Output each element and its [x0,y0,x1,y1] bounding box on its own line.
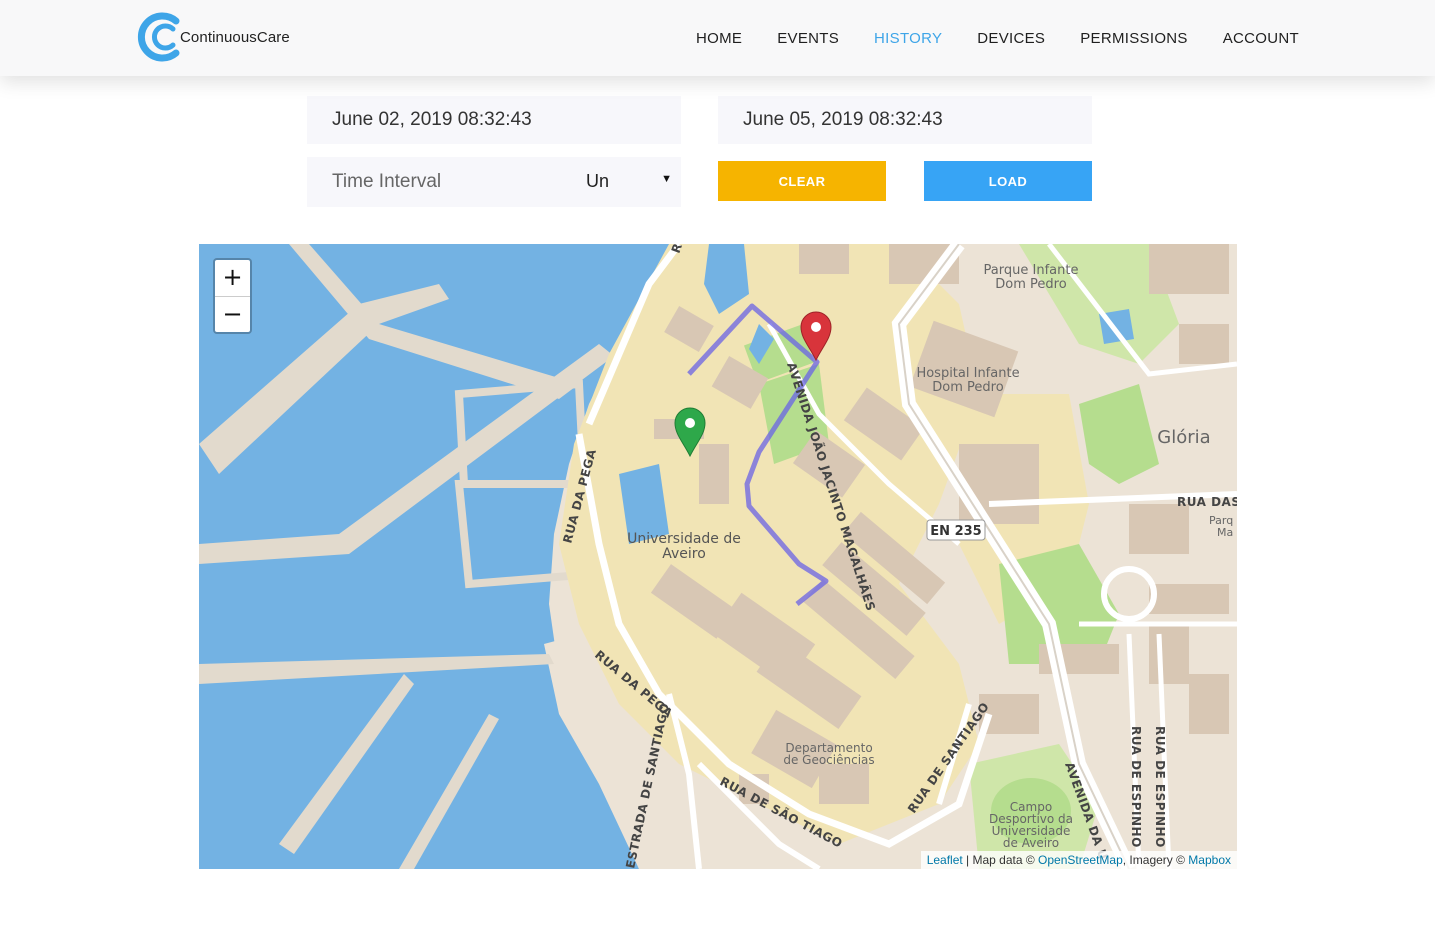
clear-button[interactable]: CLEAR [718,161,886,201]
label-road-espinho1: RUA DE ESPINHO [1129,726,1143,848]
main-nav: HOME EVENTS HISTORY DEVICES PERMISSIONS … [696,0,1299,76]
nav-account[interactable]: ACCOUNT [1223,30,1299,47]
label-campo4: de Aveiro [1003,836,1059,850]
load-button[interactable]: LOAD [924,161,1092,201]
label-road-en235: EN 235 [930,524,981,539]
label-univ2: Aveiro [662,546,706,562]
nav-devices[interactable]: DEVICES [977,30,1045,47]
time-interval-value: Un [586,171,610,191]
time-interval-label: Time Interval [332,171,442,192]
map-tiles: Universidade de Aveiro Parque Infante Do… [199,244,1237,869]
attribution-text-1: | Map data © [962,853,1039,867]
nav-permissions[interactable]: PERMISSIONS [1080,30,1188,47]
from-date-value: June 02, 2019 08:32:43 [332,109,532,130]
label-univ: Universidade de [627,531,741,547]
zoom-control: + − [213,258,252,334]
label-gloria: Glória [1157,427,1210,448]
zoom-in-button[interactable]: + [215,260,250,296]
brand-logo[interactable]: ContinuousCare [136,12,290,62]
label-hospital2: Dom Pedro [932,380,1003,395]
history-map[interactable]: Universidade de Aveiro Parque Infante Do… [199,244,1237,869]
leaflet-link[interactable]: Leaflet [927,853,963,867]
top-navbar: ContinuousCare HOME EVENTS HISTORY DEVIC… [0,0,1435,76]
label-road-das: RUA DAS [1177,495,1237,509]
time-interval-select[interactable]: Time Interval Un ▼ [307,157,681,207]
zoom-out-button[interactable]: − [215,296,250,332]
red-pin-icon[interactable] [799,310,833,362]
caret-down-icon: ▼ [661,173,672,185]
attribution-text-2: , Imagery © [1122,853,1189,867]
brand-name: ContinuousCare [180,28,290,46]
from-date-field[interactable]: June 02, 2019 08:32:43 [307,96,681,144]
nav-home[interactable]: HOME [696,30,742,47]
map-attribution: Leaflet | Map data © OpenStreetMap, Imag… [920,851,1237,869]
to-date-field[interactable]: June 05, 2019 08:32:43 [718,96,1092,144]
label-park: Parque Infante [984,263,1079,278]
label-road-espinho2: RUA DE ESPINHO [1153,726,1167,848]
c-logo-icon [137,12,180,62]
to-date-value: June 05, 2019 08:32:43 [743,109,943,130]
mapbox-link[interactable]: Mapbox [1188,853,1231,867]
label-park-small2: Ma [1217,526,1233,539]
label-hospital: Hospital Infante [916,366,1019,381]
osm-link[interactable]: OpenStreetMap [1038,853,1123,867]
label-dept2: de Geociências [783,753,874,767]
green-pin-icon[interactable] [673,406,707,458]
nav-events[interactable]: EVENTS [777,30,839,47]
nav-history[interactable]: HISTORY [874,30,942,47]
label-park2: Dom Pedro [995,277,1066,292]
